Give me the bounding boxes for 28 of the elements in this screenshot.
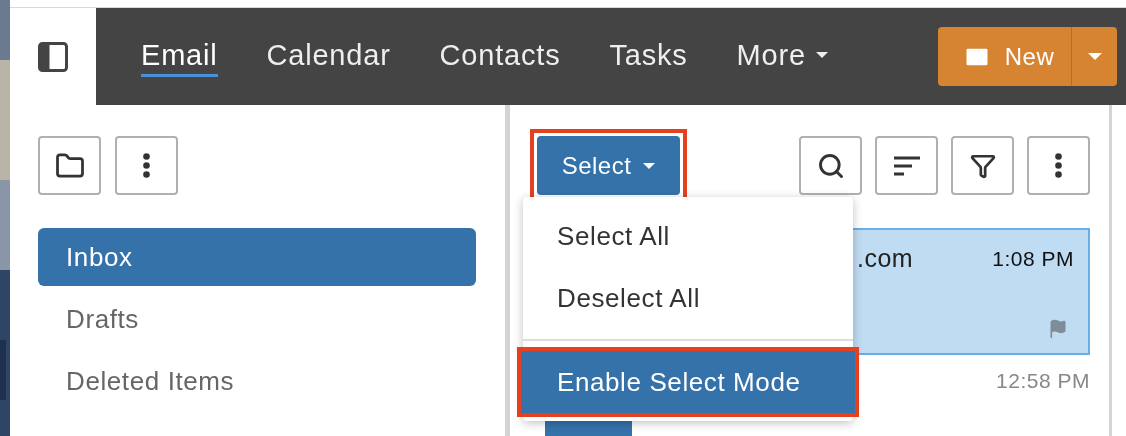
caret-icon [643,162,656,169]
message-sender: .com [856,244,914,273]
more-icon [143,153,150,178]
nav-tab[interactable]: Calendar [266,36,391,77]
more-icon [1055,153,1062,178]
folder-item[interactable]: Deleted Items [38,352,476,410]
filter-icon [969,152,996,179]
caret-icon [1087,53,1102,60]
menu-item[interactable]: Deselect All [523,267,853,329]
folder-item[interactable]: Drafts [38,290,476,348]
nav-tab[interactable]: More [736,36,828,77]
more-button[interactable] [115,136,178,195]
folder-button[interactable] [38,136,101,195]
message-time: 1:08 PM [992,246,1074,271]
message-time: 12:58 PM [996,369,1090,393]
search-icon [816,151,845,180]
sort-icon [892,155,921,176]
select-button[interactable]: Select [537,136,680,195]
more-button[interactable] [1027,136,1090,195]
filter-button[interactable] [951,136,1014,195]
nav-tab[interactable]: Tasks [609,36,688,77]
menu-item[interactable]: Select All [523,205,853,267]
nav-tab[interactable]: Email [141,36,218,77]
folder-item[interactable]: Inbox [38,228,476,286]
sort-button[interactable] [875,136,938,195]
nav-tab[interactable]: Contacts [439,36,561,77]
panel-toggle-icon[interactable] [38,41,68,72]
search-button[interactable] [799,136,862,195]
